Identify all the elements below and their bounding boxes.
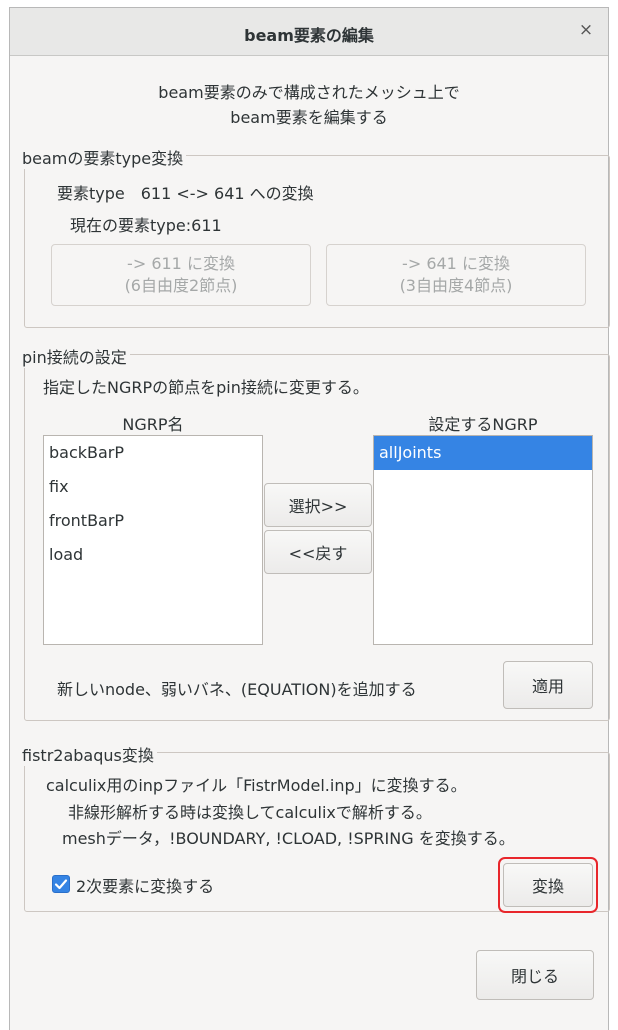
convert-641-label: -> 641 に変換 [402, 254, 510, 273]
current-element-type: 現在の要素type:611 [70, 216, 222, 235]
close-icon[interactable]: × [574, 18, 598, 42]
quadratic-element-checkbox[interactable] [52, 875, 70, 893]
window-title: beam要素の編集 [244, 26, 374, 45]
back-button[interactable]: <<戻す [264, 530, 372, 574]
convert-611-label: -> 611 に変換 [127, 254, 235, 273]
checkmark-icon [54, 879, 68, 890]
apply-button[interactable]: 適用 [503, 661, 593, 709]
convert-611-sublabel: (6自由度2節点) [124, 276, 238, 295]
fistr2abaqus-group-label: fistr2abaqus変換 [22, 742, 157, 766]
intro-line-1: beam要素のみで構成されたメッシュ上で [158, 83, 460, 102]
intro-line-2: beam要素を編集する [230, 108, 388, 127]
convert-611-button[interactable]: -> 611 に変換 (6自由度2節点) [51, 244, 311, 306]
list-item[interactable]: fix [44, 470, 262, 504]
highlight-box [498, 857, 598, 913]
abaqus-description-line-2: 非線形解析する時は変換してcalculixで解析する。 [68, 803, 432, 822]
pin-connection-description: 指定したNGRPの節点をpin接続に変更する。 [43, 378, 369, 397]
list-item[interactable]: backBarP [44, 436, 262, 470]
selected-ngrp-header: 設定するNGRP [428, 415, 538, 434]
convert-641-sublabel: (3自由度4節点) [399, 276, 513, 295]
list-item[interactable]: frontBarP [44, 504, 262, 538]
element-type-group-label: beamの要素type変換 [22, 145, 187, 169]
title-bar: beam要素の編集 × [10, 8, 608, 56]
abaqus-description-line-3: meshデータ，!BOUNDARY, !CLOAD, !SPRING を変換する… [62, 829, 515, 848]
apply-description: 新しいnode、弱いバネ、(EQUATION)を追加する [57, 680, 417, 699]
list-item[interactable]: load [44, 538, 262, 572]
element-type-description: 要素type 611 <-> 641 への変換 [57, 184, 314, 203]
quadratic-element-label[interactable]: 2次要素に変換する [76, 873, 214, 897]
list-item[interactable]: allJoints [374, 436, 592, 470]
selected-ngrp-listbox[interactable]: allJoints [373, 435, 593, 645]
abaqus-description-line-1: calculix用のinpファイル「FistrModel.inp」に変換する。 [46, 776, 467, 795]
convert-641-button[interactable]: -> 641 に変換 (3自由度4節点) [326, 244, 586, 306]
select-button[interactable]: 選択>> [264, 483, 372, 527]
ngrp-listbox[interactable]: backBarP fix frontBarP load [43, 435, 263, 645]
ngrp-list-header: NGRP名 [122, 415, 184, 434]
pin-connection-group-label: pin接続の設定 [22, 344, 130, 368]
close-button[interactable]: 閉じる [476, 950, 594, 1000]
